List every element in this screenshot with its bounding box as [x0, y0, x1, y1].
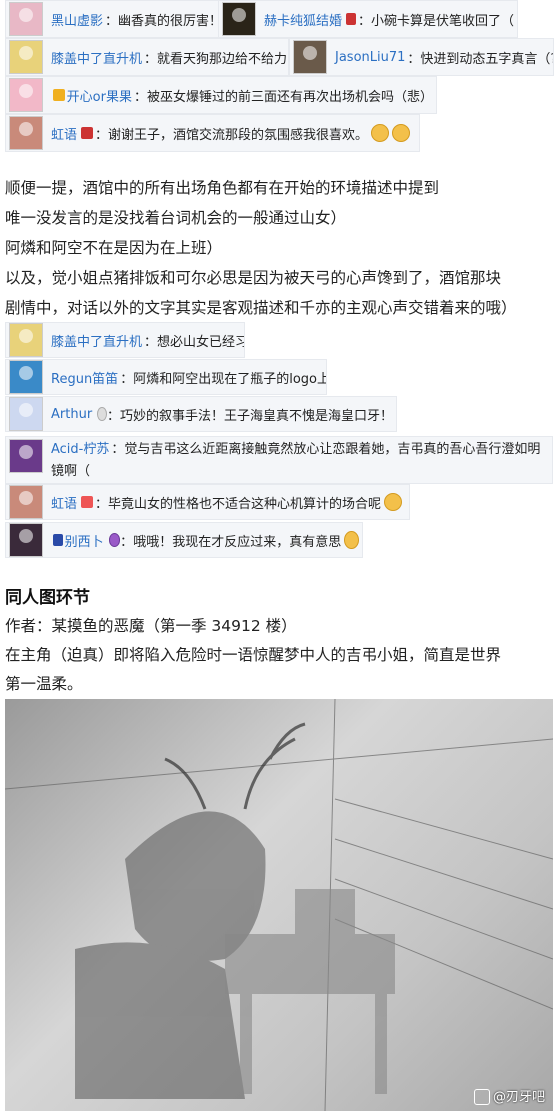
- watermark: @刃牙吧: [473, 1086, 545, 1105]
- user-avatar[interactable]: [9, 78, 43, 112]
- tieba-logo-icon: [473, 1089, 490, 1105]
- comment-username[interactable]: 赫卡纯狐结婚: [264, 10, 342, 29]
- user-badge-icon: [81, 127, 94, 139]
- comment-text: 毕竟山女的性格也不适合这种心机算计的场合呢: [108, 496, 382, 512]
- comment-text: 快进到动态五字真言（?: [420, 51, 554, 67]
- comment-username[interactable]: 开心or果果: [67, 86, 132, 105]
- comment-username[interactable]: 虹语: [51, 493, 77, 512]
- caption-line: 第一温柔。: [5, 675, 83, 693]
- user-avatar[interactable]: [9, 116, 43, 150]
- emoji-icon: [371, 124, 390, 142]
- comment-row: JasonLiu71： 快进到动态五字真言（?: [289, 38, 554, 76]
- user-avatar[interactable]: [9, 40, 43, 74]
- user-avatar[interactable]: [9, 439, 43, 473]
- comment-username[interactable]: Regun笛笛: [51, 368, 118, 387]
- comment-username[interactable]: 别西卜: [65, 531, 104, 550]
- user-badge-icon: [53, 89, 65, 101]
- comment-text: 想必山女已经习惯了: [157, 334, 244, 350]
- comment-username[interactable]: JasonLiu71: [335, 50, 405, 65]
- user-avatar[interactable]: [293, 40, 327, 74]
- body-text-line: 顺便一提，酒馆中的所有出场角色都有在开始的环境描述中提到: [5, 179, 440, 197]
- comment-username[interactable]: Acid-柠苏: [51, 442, 109, 457]
- comment-row: 膝盖中了直升机： 想必山女已经习惯了: [5, 322, 245, 358]
- user-badge-icon: [346, 13, 356, 25]
- comment-text: 巧妙的叙事手法！王子海皇真不愧是海皇口牙！: [119, 408, 393, 424]
- emoji-icon: [97, 407, 107, 421]
- comment-row: 虹语： 谢谢王子，酒馆交流那段的氛围感我很喜欢。: [5, 114, 420, 152]
- body-text-line: 唯一没发言的是没找着台词机会的一般通过山女）: [5, 209, 347, 227]
- caption-line: 在主角（迫真）即将陷入危险时一语惊醒梦中人的吉弔小姐，简直是世界: [5, 646, 502, 664]
- comment-text: 哦哦！我现在才反应过来，真有意思: [133, 534, 342, 550]
- fanart-image[interactable]: @刃牙吧: [5, 699, 553, 1111]
- comment-username[interactable]: 虹语: [51, 124, 77, 143]
- user-avatar[interactable]: [9, 523, 43, 557]
- comment-row: 虹语： 毕竟山女的性格也不适合这种心机算计的场合呢: [5, 484, 410, 520]
- comment-text: 被巫女爆锤过的前三面还有再次出场机会吗（悲）: [146, 89, 433, 105]
- emoji-icon: [344, 531, 359, 549]
- emoji-icon: [384, 493, 403, 511]
- user-avatar[interactable]: [9, 360, 43, 394]
- comment-username[interactable]: 膝盖中了直升机: [51, 48, 142, 67]
- comment-username[interactable]: 膝盖中了直升机: [51, 331, 142, 350]
- user-badge-icon: [81, 496, 94, 508]
- comment-row: 黑山虚影： 幽香真的很厉害！: [5, 0, 225, 38]
- comment-text: 谢谢王子，酒馆交流那段的氛围感我很喜欢。: [108, 127, 369, 143]
- comment-text: 觉与吉弔这么近距离接触竟然放心让恋跟着她，吉弔真的吾心吾行澄如明镜啊（: [51, 442, 541, 479]
- author-line: 作者：某摸鱼的恶魔（第一季 34912 楼）: [5, 617, 297, 635]
- emoji-icon: [108, 533, 121, 547]
- comment-username[interactable]: Arthur: [51, 407, 92, 422]
- body-text-line: 剧情中，对话以外的文字其实是客观描述和千亦的主观心声交错着来的哦）: [5, 299, 517, 317]
- user-avatar[interactable]: [222, 2, 256, 36]
- section-title: 同人图环节: [5, 588, 90, 608]
- body-text-line: 阿燐和阿空不在是因为在上班）: [5, 239, 223, 257]
- comment-row: Regun笛笛： 阿燐和阿空出现在了瓶子的logo上: [5, 359, 327, 395]
- comment-row: 别西卜： 哦哦！我现在才反应过来，真有意思: [5, 522, 363, 558]
- user-avatar[interactable]: [9, 397, 43, 431]
- user-badge-icon: [53, 534, 63, 546]
- comment-text: 小碗卡算是伏笔收回了（: [370, 13, 514, 29]
- user-avatar[interactable]: [9, 485, 43, 519]
- comment-text: 就看天狗那边给不给力了: [157, 51, 289, 67]
- comment-row: Acid-柠苏 ：觉与吉弔这么近距离接触竟然放心让恋跟着她，吉弔真的吾心吾行澄如明…: [5, 436, 553, 484]
- comment-text: 幽香真的很厉害！: [118, 13, 223, 29]
- user-avatar[interactable]: [9, 2, 43, 36]
- comment-row: Arthur： 巧妙的叙事手法！王子海皇真不愧是海皇口牙！: [5, 396, 397, 432]
- comment-text: 阿燐和阿空出现在了瓶子的logo上: [133, 371, 327, 387]
- user-avatar[interactable]: [9, 323, 43, 357]
- body-text-line: 以及，觉小姐点猪排饭和可尔必思是因为被天弓的心声馋到了，酒馆那块: [5, 269, 502, 287]
- comment-username[interactable]: 黑山虚影: [51, 10, 103, 29]
- emoji-icon: [392, 124, 411, 142]
- comment-row: 开心or果果： 被巫女爆锤过的前三面还有再次出场机会吗（悲）: [5, 76, 437, 114]
- sketch-drawing: [5, 699, 553, 1111]
- comment-row: 膝盖中了直升机： 就看天狗那边给不给力了: [5, 38, 289, 76]
- comment-row: 赫卡纯狐结婚： 小碗卡算是伏笔收回了（: [218, 0, 518, 38]
